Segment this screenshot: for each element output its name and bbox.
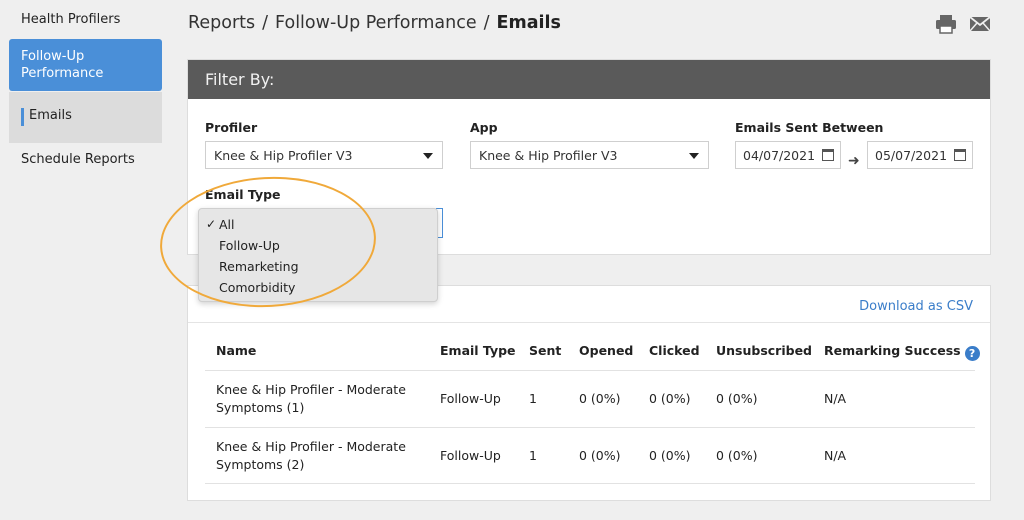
- breadcrumb: Reports / Follow-Up Performance / Emails: [188, 13, 561, 33]
- chevron-down-icon: [689, 153, 699, 159]
- row-1-remarking-success: N/A: [824, 391, 847, 406]
- profiler-select[interactable]: Knee & Hip Profiler V3: [205, 141, 443, 169]
- sidebar-item-health-profilers[interactable]: Health Profilers: [9, 12, 162, 27]
- column-header-email-type[interactable]: Email Type: [440, 343, 516, 358]
- column-header-clicked[interactable]: Clicked: [649, 343, 700, 358]
- date-range-label: Emails Sent Between: [735, 120, 884, 135]
- download-csv-link[interactable]: Download as CSV: [859, 299, 973, 314]
- chevron-down-icon: [423, 153, 433, 159]
- row-1-email-type: Follow-Up: [440, 391, 501, 406]
- profiler-label: Profiler: [205, 120, 258, 135]
- sidebar-item-schedule-reports[interactable]: Schedule Reports: [9, 152, 162, 167]
- active-indicator: [21, 108, 24, 126]
- row-divider: [205, 483, 975, 484]
- column-header-opened[interactable]: Opened: [579, 343, 633, 358]
- app-value: Knee & Hip Profiler V3: [479, 148, 618, 163]
- row-2-remarking-success: N/A: [824, 448, 847, 463]
- breadcrumb-separator: /: [262, 13, 269, 33]
- column-header-sent[interactable]: Sent: [529, 343, 561, 358]
- mail-icon[interactable]: [969, 14, 991, 34]
- app-select[interactable]: Knee & Hip Profiler V3: [470, 141, 709, 169]
- breadcrumb-follow-up-performance[interactable]: Follow-Up Performance: [275, 13, 477, 33]
- sidebar-item-emails[interactable]: Emails: [9, 92, 162, 143]
- end-date-value: 05/07/2021: [875, 148, 948, 163]
- sidebar-item-follow-up-performance[interactable]: Follow-Up Performance: [9, 39, 162, 91]
- row-1-unsubscribed: 0 (0%): [716, 391, 758, 406]
- app-label: App: [470, 120, 498, 135]
- help-icon[interactable]: ?: [964, 346, 980, 361]
- print-icon[interactable]: [935, 14, 957, 34]
- arrow-right-icon: ➜: [848, 153, 860, 169]
- row-2-opened: 0 (0%): [579, 448, 621, 463]
- row-1-name: Knee & Hip Profiler - Moderate Symptoms …: [216, 382, 406, 415]
- column-header-label: Remarking Success: [824, 343, 961, 358]
- row-2-clicked: 0 (0%): [649, 448, 691, 463]
- results-panel: Download as CSV Name Email Type Sent Ope…: [187, 285, 991, 501]
- row-2-sent: 1: [529, 448, 537, 463]
- column-header-name[interactable]: Name: [216, 343, 256, 358]
- start-date-input[interactable]: 04/07/2021: [735, 141, 841, 169]
- row-divider: [205, 370, 975, 371]
- profiler-value: Knee & Hip Profiler V3: [214, 148, 353, 163]
- column-header-remarking-success[interactable]: Remarking Success?: [824, 343, 980, 361]
- calendar-icon[interactable]: [954, 149, 966, 161]
- end-date-input[interactable]: 05/07/2021: [867, 141, 973, 169]
- breadcrumb-reports[interactable]: Reports: [188, 13, 255, 33]
- breadcrumb-emails: Emails: [496, 13, 561, 33]
- breadcrumb-separator: /: [483, 13, 490, 33]
- row-2-unsubscribed: 0 (0%): [716, 448, 758, 463]
- sidebar: Health Profilers Follow-Up Performance E…: [0, 0, 170, 520]
- row-1-opened: 0 (0%): [579, 391, 621, 406]
- row-1-sent: 1: [529, 391, 537, 406]
- sidebar-item-label: Emails: [29, 108, 72, 123]
- row-2-email-type: Follow-Up: [440, 448, 501, 463]
- column-header-unsubscribed[interactable]: Unsubscribed: [716, 343, 812, 358]
- row-divider: [205, 427, 975, 428]
- row-2-name: Knee & Hip Profiler - Moderate Symptoms …: [216, 439, 406, 472]
- row-1-clicked: 0 (0%): [649, 391, 691, 406]
- calendar-icon[interactable]: [822, 149, 834, 161]
- filter-title: Filter By:: [188, 60, 990, 99]
- start-date-value: 04/07/2021: [743, 148, 816, 163]
